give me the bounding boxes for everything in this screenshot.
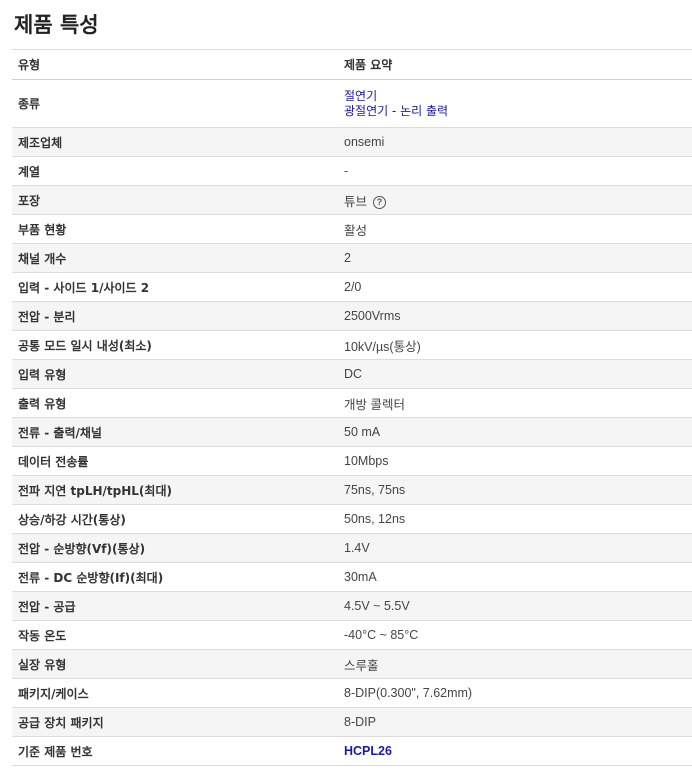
table-row: 전류 - 출력/채널 50 mA [12, 418, 692, 447]
row-value: 절연기 광절연기 - 논리 출력 [344, 89, 692, 119]
table-header-row: 유형 제품 요약 [12, 50, 692, 80]
row-label: 전류 - DC 순방향(If)(최대) [18, 570, 164, 585]
row-value: 50 mA [344, 425, 381, 439]
table-row: 전파 지연 tpLH/tpHL(최대) 75ns, 75ns [12, 476, 692, 505]
table-row: 계열 - [12, 157, 692, 186]
row-value: HCPL26 [344, 744, 692, 758]
table-row: 입력 - 사이드 1/사이드 2 2/0 [12, 273, 692, 302]
row-value: DC [344, 367, 363, 381]
category-link-optoisolators-logic[interactable]: 광절연기 - 논리 출력 [344, 104, 692, 119]
row-value: 개방 콜렉터 [344, 397, 405, 412]
row-value: 4.5V ~ 5.5V [344, 599, 410, 613]
row-label: 출력 유형 [18, 396, 67, 411]
table-row: 작동 온도 -40°C ~ 85°C [12, 621, 692, 650]
table-row: 출력 유형 개방 콜렉터 [12, 389, 692, 418]
table-row: 상승/하강 시간(통상) 50ns, 12ns [12, 505, 692, 534]
packaging-value: 튜브 [344, 194, 368, 209]
row-value: onsemi [344, 135, 385, 149]
row-value: 활성 [344, 223, 368, 238]
row-value: 스루홀 [344, 658, 379, 673]
row-label: 상승/하강 시간(통상) [18, 512, 126, 527]
table-row: 패키지/케이스 8-DIP(0.300", 7.62mm) [12, 679, 692, 708]
help-icon[interactable]: ? [373, 195, 387, 209]
row-value: 75ns, 75ns [344, 483, 406, 497]
table-row: 공급 장치 패키지 8-DIP [12, 708, 692, 737]
row-label: 채널 개수 [18, 251, 67, 266]
row-label: 공급 장치 패키지 [18, 715, 104, 730]
category-link-isolators[interactable]: 절연기 [344, 89, 692, 104]
table-row: 전압 - 순방향(Vf)(통상) 1.4V [12, 534, 692, 563]
row-label: 입력 - 사이드 1/사이드 2 [18, 280, 150, 295]
table-row: 전압 - 분리 2500Vrms [12, 302, 692, 331]
table-row: 제조업체 onsemi [12, 128, 692, 157]
row-value: 튜브? [344, 191, 692, 210]
row-value: 2 [344, 251, 351, 265]
table-row: 데이터 전송률 10Mbps [12, 447, 692, 476]
row-label: 전파 지연 tpLH/tpHL(최대) [18, 483, 172, 498]
row-label: 계열 [18, 164, 41, 179]
row-value: 8-DIP [344, 715, 376, 729]
row-label: 종류 [18, 97, 41, 111]
row-value: 10kV/µs(통상) [344, 339, 421, 354]
table-row: 포장 튜브? [12, 186, 692, 215]
row-label: 입력 유형 [18, 367, 67, 382]
row-label: 데이터 전송률 [18, 454, 89, 469]
row-label: 전류 - 출력/채널 [18, 425, 102, 440]
row-value: 50ns, 12ns [344, 512, 406, 526]
row-label: 작동 온도 [18, 628, 67, 643]
table-row: 부품 현황 활성 [12, 215, 692, 244]
row-label: 제조업체 [18, 135, 63, 150]
table-row: 공통 모드 일시 내성(최소) 10kV/µs(통상) [12, 331, 692, 360]
header-summary: 제품 요약 [344, 58, 393, 72]
table-row-category: 종류 절연기 광절연기 - 논리 출력 [12, 80, 692, 128]
row-label: 패키지/케이스 [18, 686, 89, 701]
base-part-number-link[interactable]: HCPL26 [344, 744, 392, 758]
page-title: 제품 특성 [14, 13, 99, 37]
row-value: 1.4V [344, 541, 370, 555]
row-label: 포장 [18, 193, 41, 208]
row-value: 2/0 [344, 280, 362, 294]
table-row: 입력 유형 DC [12, 360, 692, 389]
table-row: 기준 제품 번호 HCPL26 [12, 737, 692, 766]
row-value: -40°C ~ 85°C [344, 628, 419, 642]
table-row: 채널 개수 2 [12, 244, 692, 273]
row-label: 공통 모드 일시 내성(최소) [18, 338, 152, 353]
row-value: 2500Vrms [344, 309, 401, 323]
row-label: 기준 제품 번호 [18, 744, 93, 759]
header-type: 유형 [18, 58, 41, 72]
row-value: 30mA [344, 570, 377, 584]
row-value: 10Mbps [344, 454, 389, 468]
row-label: 실장 유형 [18, 657, 67, 672]
row-label: 전압 - 순방향(Vf)(통상) [18, 541, 146, 556]
row-label: 전압 - 공급 [18, 599, 76, 614]
product-attributes-table: 유형 제품 요약 종류 절연기 광절연기 - 논리 출력 제조업체 onsemi… [12, 49, 692, 766]
row-value: 8-DIP(0.300", 7.62mm) [344, 686, 473, 700]
table-row: 전압 - 공급 4.5V ~ 5.5V [12, 592, 692, 621]
row-value: - [344, 164, 349, 178]
table-row: 전류 - DC 순방향(If)(최대) 30mA [12, 563, 692, 592]
table-row: 실장 유형 스루홀 [12, 650, 692, 679]
row-label: 전압 - 분리 [18, 309, 76, 324]
row-label: 부품 현황 [18, 222, 67, 237]
